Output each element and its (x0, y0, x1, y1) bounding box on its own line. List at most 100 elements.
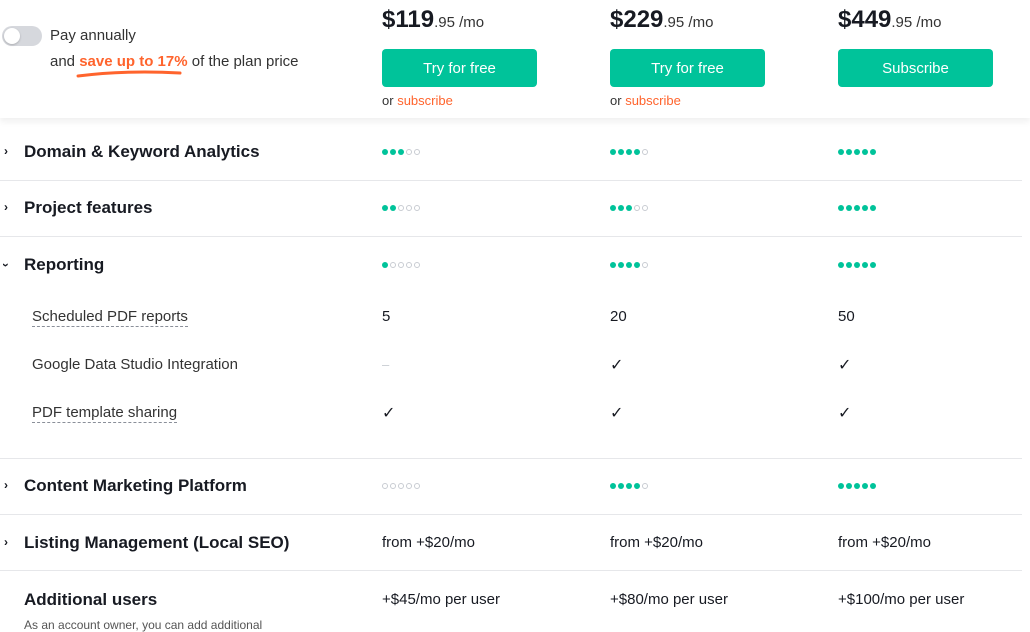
rating-dot-empty (382, 483, 388, 489)
price-cents: .95 (891, 14, 913, 31)
rating-dot-empty (390, 483, 396, 489)
price-period: /mo (454, 14, 485, 31)
try-for-free-button[interactable]: Try for free (382, 49, 537, 87)
rating-dot-empty (414, 483, 420, 489)
check-icon: ✓ (838, 405, 852, 422)
price-period: /mo (684, 14, 714, 31)
or-subscribe: or subscribe (382, 93, 542, 108)
pay-annually-label: Pay annually (50, 27, 136, 44)
rating-dot-filled (634, 262, 640, 268)
rating-dots (610, 262, 648, 268)
category-domain-keyword-analytics[interactable]: Domain & Keyword Analytics (24, 142, 260, 162)
feature-value: 50 (838, 308, 855, 325)
rating-dot-filled (626, 262, 632, 268)
listing-price: from +$20/mo (838, 534, 931, 551)
rating-dot-filled (846, 205, 852, 211)
rating-dot-filled (862, 483, 868, 489)
rating-dot-filled (390, 205, 396, 211)
rating-dot-filled (626, 149, 632, 155)
savings-highlight: save up to 17% (79, 53, 188, 70)
rating-dot-filled (854, 149, 860, 155)
rating-dot-empty (642, 205, 648, 211)
chevron-down-icon[interactable]: › (0, 263, 13, 267)
row-divider (0, 458, 1022, 459)
rating-dot-filled (390, 149, 396, 155)
rating-dots (838, 149, 876, 155)
rating-dot-empty (414, 205, 420, 211)
rating-dot-empty (390, 262, 396, 268)
user-price: +$80/mo per user (610, 591, 728, 608)
feature-value: 5 (382, 308, 391, 325)
rating-dot-filled (618, 205, 624, 211)
rating-dots (838, 483, 876, 489)
rating-dot-filled (382, 262, 388, 268)
row-divider (0, 180, 1022, 181)
rating-dots (610, 149, 648, 155)
price-dollars: $229 (610, 6, 664, 33)
not-included-dash: – (382, 357, 390, 372)
rating-dot-filled (862, 205, 868, 211)
pay-annually-toggle[interactable] (2, 26, 42, 46)
rating-dots (382, 262, 420, 268)
plan-price: $119.95 /mo (382, 6, 542, 36)
plan-column-3: $449.95 /mo Subscribe (838, 6, 998, 87)
chevron-right-icon[interactable]: › (4, 478, 8, 492)
check-icon: ✓ (610, 405, 624, 422)
rating-dot-filled (838, 149, 844, 155)
rating-dot-filled (618, 483, 624, 489)
rating-dots (382, 205, 420, 211)
rating-dot-filled (854, 205, 860, 211)
underline-swoosh-icon (76, 70, 182, 78)
chevron-right-icon[interactable]: › (4, 144, 8, 158)
rating-dot-empty (406, 149, 412, 155)
rating-dot-filled (618, 262, 624, 268)
rating-dot-filled (838, 483, 844, 489)
row-divider (0, 236, 1022, 237)
chevron-right-icon[interactable]: › (4, 535, 8, 549)
rating-dot-filled (610, 483, 616, 489)
try-for-free-button[interactable]: Try for free (610, 49, 765, 87)
rating-dot-filled (382, 149, 388, 155)
or-text: or (610, 93, 622, 108)
rating-dot-empty (406, 262, 412, 268)
rating-dot-filled (846, 149, 852, 155)
rating-dots (382, 149, 420, 155)
rating-dot-filled (610, 205, 616, 211)
rating-dot-filled (398, 149, 404, 155)
price-cents: .95 (663, 14, 685, 31)
feature-scheduled-pdf-reports[interactable]: Scheduled PDF reports (32, 308, 188, 327)
user-price: +$100/mo per user (838, 591, 965, 608)
category-content-marketing[interactable]: Content Marketing Platform (24, 476, 247, 496)
rating-dot-filled (862, 149, 868, 155)
rating-dot-empty (398, 262, 404, 268)
category-reporting[interactable]: Reporting (24, 255, 104, 275)
chevron-right-icon[interactable]: › (4, 200, 8, 214)
rating-dot-filled (382, 205, 388, 211)
plan-price: $449.95 /mo (838, 6, 998, 36)
feature-google-data-studio: Google Data Studio Integration (32, 356, 238, 373)
rating-dot-filled (846, 262, 852, 268)
rating-dots (838, 262, 876, 268)
rating-dots (610, 205, 648, 211)
rating-dot-filled (610, 149, 616, 155)
check-icon: ✓ (838, 357, 852, 374)
rating-dot-empty (406, 483, 412, 489)
listing-price: from +$20/mo (610, 534, 703, 551)
row-divider (0, 570, 1022, 571)
price-cents: .95 (434, 14, 455, 31)
row-divider (0, 514, 1022, 515)
rating-dot-filled (870, 149, 876, 155)
rating-dot-filled (870, 205, 876, 211)
savings-text: and save up to 17% of the plan price (50, 53, 299, 70)
subscribe-link[interactable]: subscribe (625, 93, 681, 108)
plan-column-1: $119.95 /mo Try for free or subscribe (382, 6, 542, 108)
feature-pdf-template-sharing[interactable]: PDF template sharing (32, 404, 178, 423)
plan-column-2: $229.95 /mo Try for free or subscribe (610, 6, 770, 108)
category-listing-management[interactable]: Listing Management (Local SEO) (24, 533, 289, 553)
rating-dot-filled (870, 483, 876, 489)
rating-dot-empty (634, 205, 640, 211)
category-project-features[interactable]: Project features (24, 198, 153, 218)
rating-dot-filled (626, 205, 632, 211)
subscribe-button[interactable]: Subscribe (838, 49, 993, 87)
subscribe-link[interactable]: subscribe (397, 93, 453, 108)
